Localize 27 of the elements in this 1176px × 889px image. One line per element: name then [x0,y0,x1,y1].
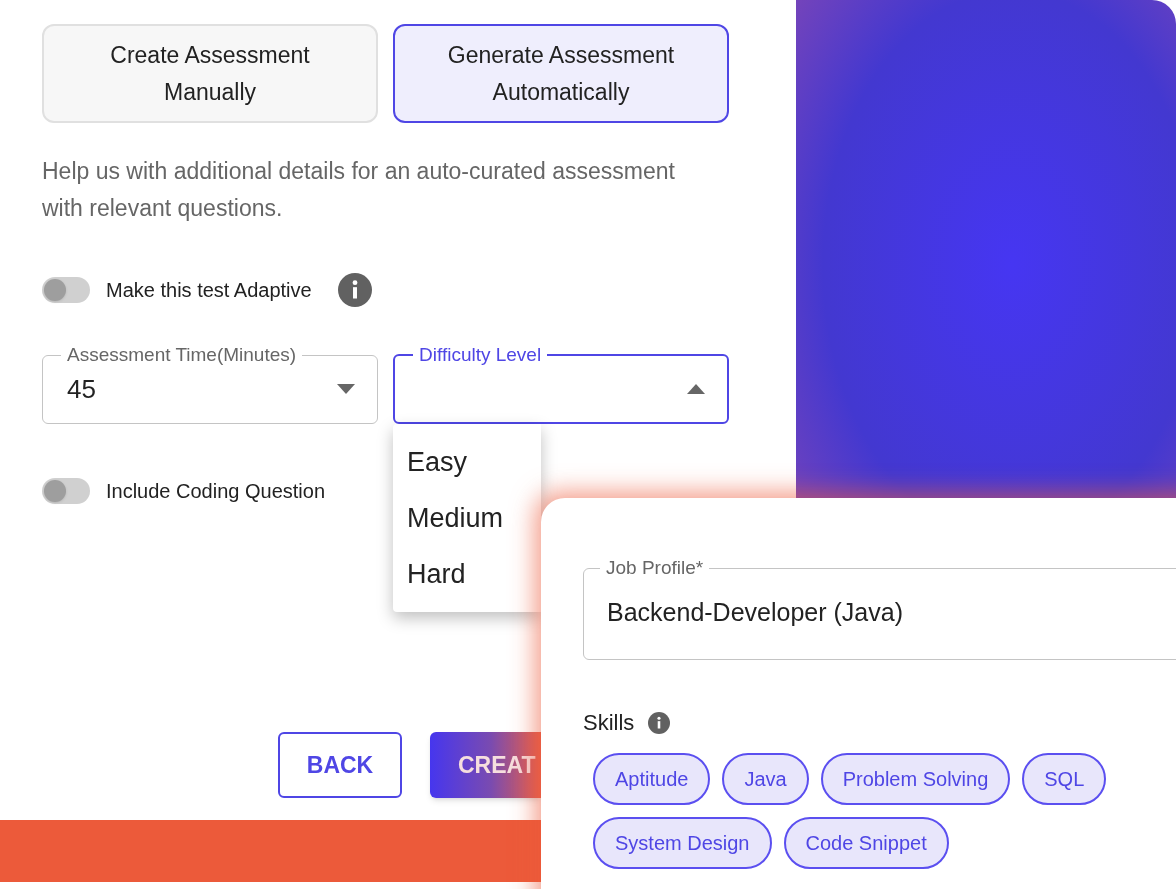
skill-chip[interactable]: Java [722,753,809,805]
toggle-switch[interactable] [42,277,90,303]
toggle-label: Include Coding Question [106,479,326,504]
caret-up-icon [687,384,705,394]
skill-chip[interactable]: SQL [1022,753,1107,805]
skill-chip[interactable]: Aptitude [593,753,711,805]
field-value: 45 [67,372,96,406]
menu-option[interactable]: Medium [393,490,541,546]
description-text: Help us with additional details for an auto-curated assessment with relevant questions. [42,157,676,223]
mode-option-button[interactable]: Create Assessment Manually [42,24,378,123]
info-icon[interactable] [648,711,671,734]
field-value: Backend-Developer (Java) [607,597,903,629]
field-label: Assessment Time(Minutes) [66,343,298,367]
toggle-switch[interactable] [42,478,90,504]
toggle-label: Make this test Adaptive [106,278,312,303]
skills-label: Skills [583,709,635,737]
field-label: Job Profile* [605,556,705,580]
skill-chip[interactable]: System Design [593,817,772,869]
field-label: Difficulty Level [418,343,543,367]
menu-option[interactable]: Easy [393,434,541,490]
mode-option-button[interactable]: Generate Assessment Automatically [393,24,729,123]
caret-down-icon [337,384,355,394]
info-icon[interactable] [337,273,372,307]
menu-option[interactable]: Hard [393,546,541,602]
skill-chip[interactable]: Code Snippet [783,817,949,869]
back-button[interactable]: BACK [278,732,402,798]
skill-chip[interactable]: Problem Solving [820,753,1011,805]
